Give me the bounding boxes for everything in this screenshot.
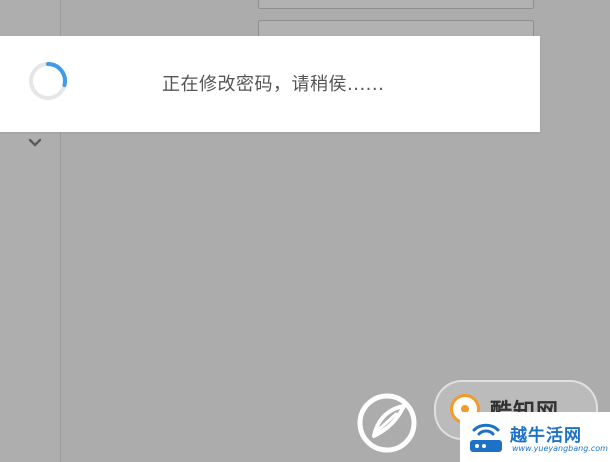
password-field[interactable] [258, 0, 534, 9]
loading-toast: 正在修改密码，请稍侯...... [0, 36, 540, 132]
chevron-down-icon[interactable] [28, 138, 42, 148]
router-logo-icon [470, 423, 502, 452]
corner-logo-title: 越牛活网 [510, 426, 582, 446]
corner-logo-url: www.yueyangbang.com [512, 444, 608, 453]
loading-message: 正在修改密码，请稍侯...... [162, 74, 385, 95]
corner-watermark-logo: 越牛活网 www.yueyangbang.com [460, 412, 610, 462]
loading-spinner-icon [29, 62, 67, 100]
dimmed-page-background: 正在修改密码，请稍侯...... 酷知网 越牛活网 www.yueyangban… [0, 0, 610, 462]
leaf-logo-icon [357, 393, 417, 453]
